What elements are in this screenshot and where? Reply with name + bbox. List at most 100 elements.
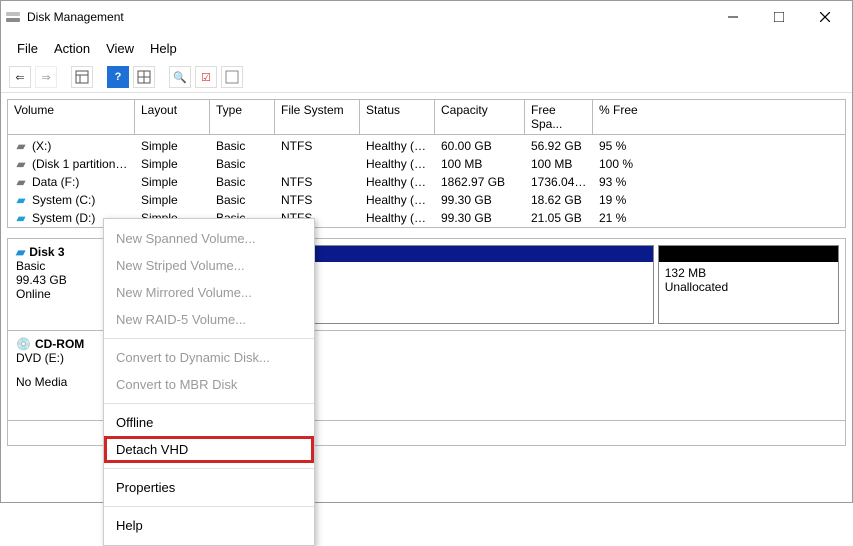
mi-new-spanned[interactable]: New Spanned Volume...	[104, 225, 314, 252]
cdrom-label[interactable]: 💿 CD-ROM DVD (E:) No Media	[8, 331, 108, 420]
cell-free: 56.92 GB	[525, 139, 593, 153]
minimize-button[interactable]	[710, 2, 756, 32]
back-button[interactable]: ⇐	[9, 66, 31, 88]
cell-fs: NTFS	[275, 175, 360, 189]
mi-convert-mbr[interactable]: Convert to MBR Disk	[104, 371, 314, 398]
cell-status: Healthy (E...	[360, 157, 435, 171]
mi-offline[interactable]: Offline	[104, 409, 314, 436]
col-free[interactable]: Free Spa...	[525, 100, 593, 135]
forward-button[interactable]: ⇒	[35, 66, 57, 88]
toolbar-refresh-icon[interactable]: 🔍	[169, 66, 191, 88]
maximize-button[interactable]	[756, 2, 802, 32]
drive-icon: ▰	[14, 175, 28, 189]
col-capacity[interactable]: Capacity	[435, 100, 525, 135]
cell-pct: 95 %	[593, 139, 683, 153]
mi-detach-vhd[interactable]: Detach VHD	[104, 436, 314, 463]
disk3-size: 99.43 GB	[16, 273, 99, 287]
window-title: Disk Management	[27, 10, 124, 24]
mi-help[interactable]: Help	[104, 512, 314, 539]
table-row[interactable]: ▰System (C:)SimpleBasicNTFSHealthy (B...…	[8, 191, 845, 209]
unalloc-size: 132 MB	[665, 266, 832, 280]
disk3-type: Basic	[16, 259, 99, 273]
drive-icon: ▰	[14, 139, 28, 153]
cell-status: Healthy (A...	[360, 139, 435, 153]
volume-name: System (C:)	[32, 193, 95, 207]
drive-icon: ▰	[14, 193, 28, 207]
cell-capacity: 99.30 GB	[435, 193, 525, 207]
cell-pct: 21 %	[593, 211, 683, 225]
menu-file[interactable]: File	[9, 37, 46, 60]
col-layout[interactable]: Layout	[135, 100, 210, 135]
close-button[interactable]	[802, 2, 848, 32]
mi-properties[interactable]: Properties	[104, 474, 314, 501]
cdrom-name: CD-ROM	[35, 337, 84, 351]
cell-pct: 19 %	[593, 193, 683, 207]
col-type[interactable]: Type	[210, 100, 275, 135]
cell-free: 18.62 GB	[525, 193, 593, 207]
table-row[interactable]: ▰(Disk 1 partition 1)SimpleBasicHealthy …	[8, 155, 845, 173]
toolbar-options-icon[interactable]	[221, 66, 243, 88]
cell-type: Basic	[210, 175, 275, 189]
disk3-name: Disk 3	[29, 245, 64, 259]
volume-name: System (D:)	[32, 211, 95, 225]
cell-capacity: 60.00 GB	[435, 139, 525, 153]
app-icon	[5, 9, 21, 25]
cell-type: Basic	[210, 157, 275, 171]
table-row[interactable]: ▰ (X:) SimpleBasicNTFSHealthy (A...60.00 G…	[8, 137, 845, 155]
cell-free: 21.05 GB	[525, 211, 593, 225]
cell-pct: 93 %	[593, 175, 683, 189]
volume-name: (Disk 1 partition 1)	[32, 157, 129, 171]
unalloc-label: Unallocated	[665, 280, 832, 294]
volume-name: (X:)	[32, 139, 51, 153]
cell-status: Healthy (B...	[360, 175, 435, 189]
col-status[interactable]: Status	[360, 100, 435, 135]
toolbar-check-icon[interactable]: ☑	[195, 66, 217, 88]
mi-new-mirrored[interactable]: New Mirrored Volume...	[104, 279, 314, 306]
menu-action[interactable]: Action	[46, 37, 98, 60]
menu-help[interactable]: Help	[142, 37, 185, 60]
disk-management-window: Disk Management File Action View Help ⇐ …	[0, 0, 853, 503]
toolbar-grid-icon[interactable]	[133, 66, 155, 88]
cell-fs: NTFS	[275, 139, 360, 153]
cell-layout: Simple	[135, 139, 210, 153]
toolbar: ⇐ ⇒ ? 🔍 ☑	[1, 64, 852, 93]
mi-new-striped[interactable]: New Striped Volume...	[104, 252, 314, 279]
window-controls	[710, 2, 848, 32]
cell-capacity: 100 MB	[435, 157, 525, 171]
cell-type: Basic	[210, 193, 275, 207]
disk-context-menu: New Spanned Volume... New Striped Volume…	[103, 218, 315, 546]
cell-free: 1736.04 ...	[525, 175, 593, 189]
help-icon[interactable]: ?	[107, 66, 129, 88]
disk3-unallocated[interactable]: 132 MB Unallocated	[658, 245, 839, 324]
volume-table: Volume Layout Type File System Status Ca…	[7, 99, 846, 228]
menu-view[interactable]: View	[98, 37, 142, 60]
cdrom-icon: 💿	[16, 337, 31, 351]
volume-name: Data (F:)	[32, 175, 79, 189]
cell-pct: 100 %	[593, 157, 683, 171]
cdrom-nomedia: No Media	[16, 375, 99, 389]
disk3-label[interactable]: ▰ Disk 3 Basic 99.43 GB Online	[8, 239, 108, 330]
cell-status: Healthy (B...	[360, 211, 435, 225]
drive-icon: ▰	[14, 211, 28, 225]
cell-capacity: 1862.97 GB	[435, 175, 525, 189]
cell-type: Basic	[210, 139, 275, 153]
toolbar-show-icon[interactable]	[71, 66, 93, 88]
table-row[interactable]: ▰ Data (F:) SimpleBasicNTFSHealthy (B...18…	[8, 173, 845, 191]
titlebar: Disk Management	[1, 1, 852, 33]
mi-convert-dynamic[interactable]: Convert to Dynamic Disk...	[104, 344, 314, 371]
cell-layout: Simple	[135, 157, 210, 171]
table-header: Volume Layout Type File System Status Ca…	[8, 100, 845, 135]
cell-layout: Simple	[135, 175, 210, 189]
cell-fs: NTFS	[275, 193, 360, 207]
cdrom-letter: DVD (E:)	[16, 351, 99, 365]
mi-new-raid5[interactable]: New RAID-5 Volume...	[104, 306, 314, 333]
cell-capacity: 99.30 GB	[435, 211, 525, 225]
cell-free: 100 MB	[525, 157, 593, 171]
col-volume[interactable]: Volume	[8, 100, 135, 135]
menubar: File Action View Help	[1, 33, 852, 64]
cell-status: Healthy (B...	[360, 193, 435, 207]
disk3-state: Online	[16, 287, 99, 301]
disk-icon: ▰	[16, 245, 25, 259]
col-pct[interactable]: % Free	[593, 100, 845, 135]
col-fs[interactable]: File System	[275, 100, 360, 135]
